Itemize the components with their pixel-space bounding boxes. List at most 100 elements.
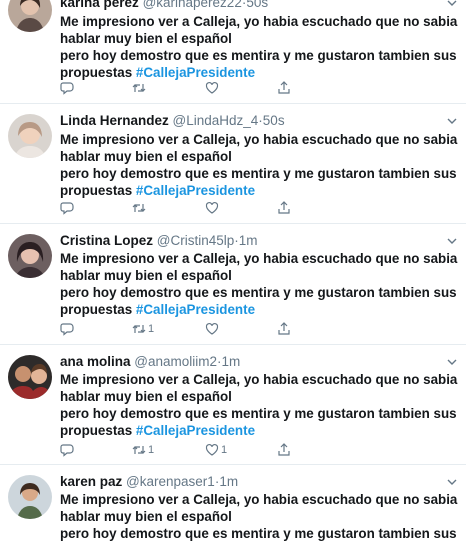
- avatar[interactable]: [8, 475, 52, 519]
- retweet-button[interactable]: [132, 200, 148, 216]
- tweet-header: karina perez @karinaperez22·50s: [60, 0, 268, 12]
- retweet-icon: [132, 325, 146, 333]
- tweet-text-line: propuestas #CallejaPresidente: [60, 301, 460, 318]
- tweet-text-fragment: pero hoy demostro que es mentira y me gu…: [60, 285, 457, 300]
- reply-button[interactable]: [60, 321, 74, 337]
- tweet-text-line: pero hoy demostro que es mentira y me gu…: [60, 405, 460, 422]
- avatar[interactable]: [8, 355, 52, 399]
- retweet-count: 1: [148, 323, 155, 335]
- avatar[interactable]: [8, 234, 52, 278]
- avatar[interactable]: [8, 0, 52, 32]
- like-icon: [205, 201, 219, 214]
- display-name[interactable]: ana molina: [60, 354, 131, 369]
- tweet-text-fragment: pero hoy demostro que es mentira y me gu…: [60, 526, 457, 541]
- reply-icon: [60, 202, 74, 215]
- tweet-text-fragment: propuestas: [60, 302, 133, 317]
- avatar[interactable]: [8, 114, 52, 158]
- chevron-down-icon[interactable]: [446, 477, 458, 487]
- tweet-header: karen paz @karenpaser1·1m: [60, 473, 238, 491]
- tweet-text: Me impresiono ver a Calleja, yo habia es…: [60, 250, 460, 318]
- timestamp[interactable]: 50s: [246, 0, 268, 10]
- tweet-text-line: hablar muy bien el español: [60, 388, 460, 405]
- tweet-text-fragment: pero hoy demostro que es mentira y me gu…: [60, 166, 457, 181]
- hashtag-link[interactable]: #CallejaPresidente: [136, 183, 255, 198]
- tweet-text-fragment: hablar muy bien el español: [60, 268, 232, 283]
- chevron-down-icon[interactable]: [446, 0, 458, 8]
- retweet-icon: [132, 204, 146, 212]
- tweet[interactable]: karen paz @karenpaser1·1m Me impresiono …: [0, 465, 466, 542]
- tweet-text-line: pero hoy demostro que es mentira y me gu…: [60, 525, 460, 542]
- like-icon: [205, 443, 219, 456]
- user-handle[interactable]: @anamoliim2: [134, 354, 217, 369]
- tweet-text-line: propuestas #CallejaPresidente: [60, 422, 460, 439]
- tweet-actions: 1: [60, 321, 300, 337]
- share-icon: [278, 443, 290, 456]
- timestamp[interactable]: 1m: [239, 233, 258, 248]
- retweet-button[interactable]: 1: [132, 321, 154, 337]
- tweet[interactable]: ana molina @anamoliim2·1m Me impresiono …: [0, 345, 466, 465]
- user-handle[interactable]: @LindaHdz_4: [173, 113, 259, 128]
- like-button[interactable]: 1: [205, 442, 227, 458]
- display-name[interactable]: Cristina Lopez: [60, 233, 153, 248]
- like-count: 1: [221, 444, 228, 456]
- tweet-text-line: hablar muy bien el español: [60, 30, 460, 47]
- like-icon: [205, 322, 219, 335]
- user-handle[interactable]: @Cristin45lp: [157, 233, 234, 248]
- tweet-text-fragment: propuestas: [60, 423, 133, 438]
- reply-button[interactable]: [60, 80, 74, 96]
- tweet-text-line: pero hoy demostro que es mentira y me gu…: [60, 165, 460, 182]
- tweet-text-line: pero hoy demostro que es mentira y me gu…: [60, 284, 460, 301]
- display-name[interactable]: karina perez: [60, 0, 139, 10]
- tweet-text-fragment: hablar muy bien el español: [60, 389, 232, 404]
- like-button[interactable]: [205, 80, 221, 96]
- share-button[interactable]: [277, 200, 291, 216]
- timestamp[interactable]: 1m: [222, 354, 241, 369]
- tweet-text: Me impresiono ver a Calleja, yo habia es…: [60, 13, 460, 81]
- like-button[interactable]: [205, 321, 221, 337]
- retweet-button[interactable]: 1: [132, 442, 154, 458]
- display-name[interactable]: karen paz: [60, 474, 122, 489]
- share-button[interactable]: [277, 321, 291, 337]
- hashtag-link[interactable]: #CallejaPresidente: [136, 423, 255, 438]
- timestamp[interactable]: 50s: [263, 113, 285, 128]
- tweet[interactable]: Linda Hernandez @LindaHdz_4·50s Me impre…: [0, 104, 466, 224]
- reply-icon: [60, 323, 74, 336]
- user-handle[interactable]: @karenpaser1: [126, 474, 215, 489]
- timestamp[interactable]: 1m: [219, 474, 238, 489]
- share-icon: [278, 322, 290, 335]
- tweet-text-line: Me impresiono ver a Calleja, yo habia es…: [60, 372, 458, 387]
- tweet[interactable]: Cristina Lopez @Cristin45lp·1m Me impres…: [0, 224, 466, 345]
- share-button[interactable]: [277, 442, 291, 458]
- chevron-down-icon[interactable]: [446, 116, 458, 126]
- hashtag-link[interactable]: #CallejaPresidente: [136, 65, 255, 80]
- display-name[interactable]: Linda Hernandez: [60, 113, 169, 128]
- tweet-header: Linda Hernandez @LindaHdz_4·50s: [60, 112, 285, 130]
- share-icon: [278, 201, 290, 214]
- tweet[interactable]: karina perez @karinaperez22·50s Me impre…: [0, 0, 466, 104]
- retweet-button[interactable]: [132, 80, 148, 96]
- like-button[interactable]: [205, 200, 221, 216]
- tweet-actions: [60, 80, 300, 96]
- chevron-down-icon[interactable]: [446, 236, 458, 246]
- tweet-header: Cristina Lopez @Cristin45lp·1m: [60, 232, 258, 250]
- tweet-text-fragment: hablar muy bien el español: [60, 509, 232, 524]
- tweet-actions: [60, 200, 300, 216]
- reply-button[interactable]: [60, 442, 74, 458]
- retweet-icon: [132, 84, 146, 92]
- tweet-text-fragment: pero hoy demostro que es mentira y me gu…: [60, 406, 457, 421]
- like-icon: [205, 81, 219, 94]
- tweet-text-line: Me impresiono ver a Calleja, yo habia es…: [60, 132, 458, 147]
- tweet-text: Me impresiono ver a Calleja, yo habia es…: [60, 491, 460, 542]
- reply-button[interactable]: [60, 200, 74, 216]
- user-handle[interactable]: @karinaperez22: [143, 0, 242, 10]
- reply-icon: [60, 82, 74, 95]
- tweet-text-line: hablar muy bien el español: [60, 267, 460, 284]
- tweet-header: ana molina @anamoliim2·1m: [60, 353, 240, 371]
- tweet-text-fragment: propuestas: [60, 65, 133, 80]
- hashtag-link[interactable]: #CallejaPresidente: [136, 302, 255, 317]
- tweet-text-fragment: pero hoy demostro que es mentira y me gu…: [60, 48, 457, 63]
- tweet-text-line: hablar muy bien el español: [60, 148, 460, 165]
- share-button[interactable]: [277, 80, 291, 96]
- chevron-down-icon[interactable]: [446, 357, 458, 367]
- retweet-icon: [132, 446, 146, 454]
